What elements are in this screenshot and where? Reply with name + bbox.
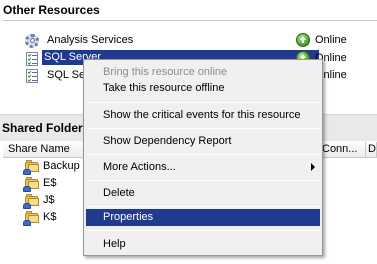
other-resources-title: Other Resources (3, 3, 100, 17)
list-item-e[interactable]: E$ (23, 175, 57, 192)
folder-name: E$ (43, 177, 57, 189)
menu-item-show-dependency-report[interactable]: Show Dependency Report (86, 131, 320, 151)
list-item-k[interactable]: K$ (23, 209, 57, 226)
submenu-arrow-icon (311, 163, 315, 171)
menu-separator (87, 180, 319, 181)
menu-separator (87, 102, 319, 103)
shared-folder-icon (23, 194, 39, 209)
list-item-backup[interactable]: Backup (23, 158, 80, 175)
folder-name: K$ (43, 211, 57, 223)
menu-item-properties[interactable]: Properties (86, 209, 320, 226)
section-divider (3, 20, 377, 21)
menu-separator (87, 230, 319, 231)
shared-folder-icon (23, 211, 39, 226)
column-header-connections[interactable]: Conn... (317, 142, 366, 158)
column-header-d[interactable]: D (366, 142, 377, 158)
menu-item-label: More Actions... (103, 161, 176, 173)
gear-icon (24, 33, 40, 49)
online-arrow-icon (296, 33, 310, 47)
folder-name: Backup (43, 160, 80, 172)
menu-item-delete[interactable]: Delete (86, 183, 320, 203)
checklist-icon (24, 68, 40, 84)
context-menu: Bring this resource online Take this res… (83, 59, 323, 256)
menu-separator (87, 128, 319, 129)
resource-name: Analysis Services (47, 34, 134, 46)
shared-folders-title: Shared Folders (2, 121, 90, 135)
shared-folder-icon (23, 160, 39, 175)
menu-separator (87, 206, 319, 207)
menu-item-help[interactable]: Help (86, 234, 320, 254)
resource-status: Online (296, 33, 347, 47)
shared-folder-icon (23, 177, 39, 192)
menu-separator (87, 154, 319, 155)
status-text: Online (315, 34, 347, 46)
folder-name: J$ (43, 194, 55, 206)
menu-item-take-offline[interactable]: Take this resource offline (86, 78, 320, 98)
menu-item-more-actions[interactable]: More Actions... (86, 157, 320, 177)
list-item-j[interactable]: J$ (23, 192, 55, 209)
menu-item-show-critical-events[interactable]: Show the critical events for this resour… (86, 105, 320, 125)
checklist-icon (24, 51, 40, 67)
column-header-share-name[interactable]: Share Name (3, 142, 85, 158)
